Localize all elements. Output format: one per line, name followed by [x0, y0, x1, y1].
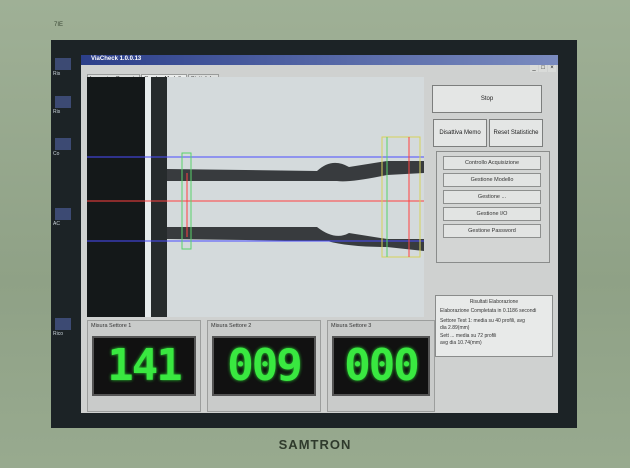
stop-button[interactable]: Stop — [432, 85, 542, 113]
desktop-icon-label: Co — [53, 151, 60, 157]
results-title: Risultati Elaborazione — [469, 299, 519, 305]
desktop-icon-label: AC — [53, 221, 60, 227]
results-line: Settore Test 1: media su 40 profili, avg — [440, 318, 525, 324]
desktop-icon[interactable] — [55, 208, 71, 220]
sensor-3-label: Misura Settore 3 — [331, 323, 372, 329]
app-window: ViaCheck 1.0.0.13 _□× Immagine CorrenteO… — [81, 55, 558, 413]
sensor-1-label: Misura Settore 1 — [91, 323, 132, 329]
maximize-icon[interactable]: □ — [539, 65, 547, 72]
menu-item-controllo-acquisizione[interactable]: Controllo Acquisizione — [443, 156, 541, 170]
desktop-icon-label: Ris — [53, 109, 61, 115]
sensor-3-value: 000 — [344, 340, 419, 391]
monitor-brand: SAMTRON — [278, 437, 352, 452]
menu-item-gestione-password[interactable]: Gestione Password — [443, 224, 541, 238]
camera-image — [87, 77, 424, 317]
menu-item-gestione-modello[interactable]: Gestione Modello — [443, 173, 541, 187]
desktop-icon[interactable] — [55, 138, 71, 150]
menu-item-gestione[interactable]: Gestione ... — [443, 190, 541, 204]
toggle-memory-button[interactable]: Disattiva Memo — [433, 119, 487, 147]
sensor-2-value: 009 — [227, 340, 302, 391]
window-title: ViaCheck 1.0.0.13 — [91, 56, 142, 62]
results-line: dia 2.89(mm) — [440, 325, 470, 331]
tab-bar: Immagine CorrenteOverlay ModelloStatisti… — [87, 67, 220, 83]
sensor-2-label: Misura Settore 2 — [211, 323, 252, 329]
sensor-1-display: 141 — [92, 336, 196, 396]
minimize-icon[interactable]: _ — [530, 65, 538, 72]
results-line: avg dia 10.74(mm) — [440, 340, 482, 346]
results-line: Sett ... media su 72 profili — [440, 333, 497, 339]
sensor-3-display: 000 — [332, 336, 430, 396]
sensor-2-display: 009 — [212, 336, 316, 396]
desktop-icon[interactable] — [55, 58, 71, 70]
sensor-2-panel: Misura Settore 2 009 — [207, 320, 321, 412]
results-panel: Risultati Elaborazione Elaborazione Comp… — [435, 295, 553, 357]
sensor-3-panel: Misura Settore 3 000 — [327, 320, 435, 412]
sensor-1-panel: Misura Settore 1 141 — [87, 320, 201, 412]
desktop-icon-label: Rico — [53, 331, 64, 337]
monitor-corner-mark: 7IE — [54, 22, 64, 28]
camera-view — [87, 77, 424, 317]
results-line: Elaborazione Completata in 0.1186 second… — [440, 308, 537, 314]
menu-item-gestione-io[interactable]: Gestione I/O — [443, 207, 541, 221]
close-icon[interactable]: × — [548, 65, 556, 72]
menu-panel: Controllo Acquisizione Gestione Modello … — [436, 151, 550, 263]
monitor-screen: Ris Ris Co AC Rico ViaCheck 1.0.0.13 _ □ ×… — [51, 40, 577, 428]
desktop-icon-label: Ris — [53, 71, 61, 77]
title-bar[interactable]: ViaCheck 1.0.0.13 _ □ × — [81, 55, 558, 72]
desktop-icon[interactable] — [55, 318, 71, 330]
desktop-icon[interactable] — [55, 96, 71, 108]
reset-statistics-button[interactable]: Reset Statistiche — [489, 119, 543, 147]
sensor-1-value: 141 — [107, 340, 182, 391]
